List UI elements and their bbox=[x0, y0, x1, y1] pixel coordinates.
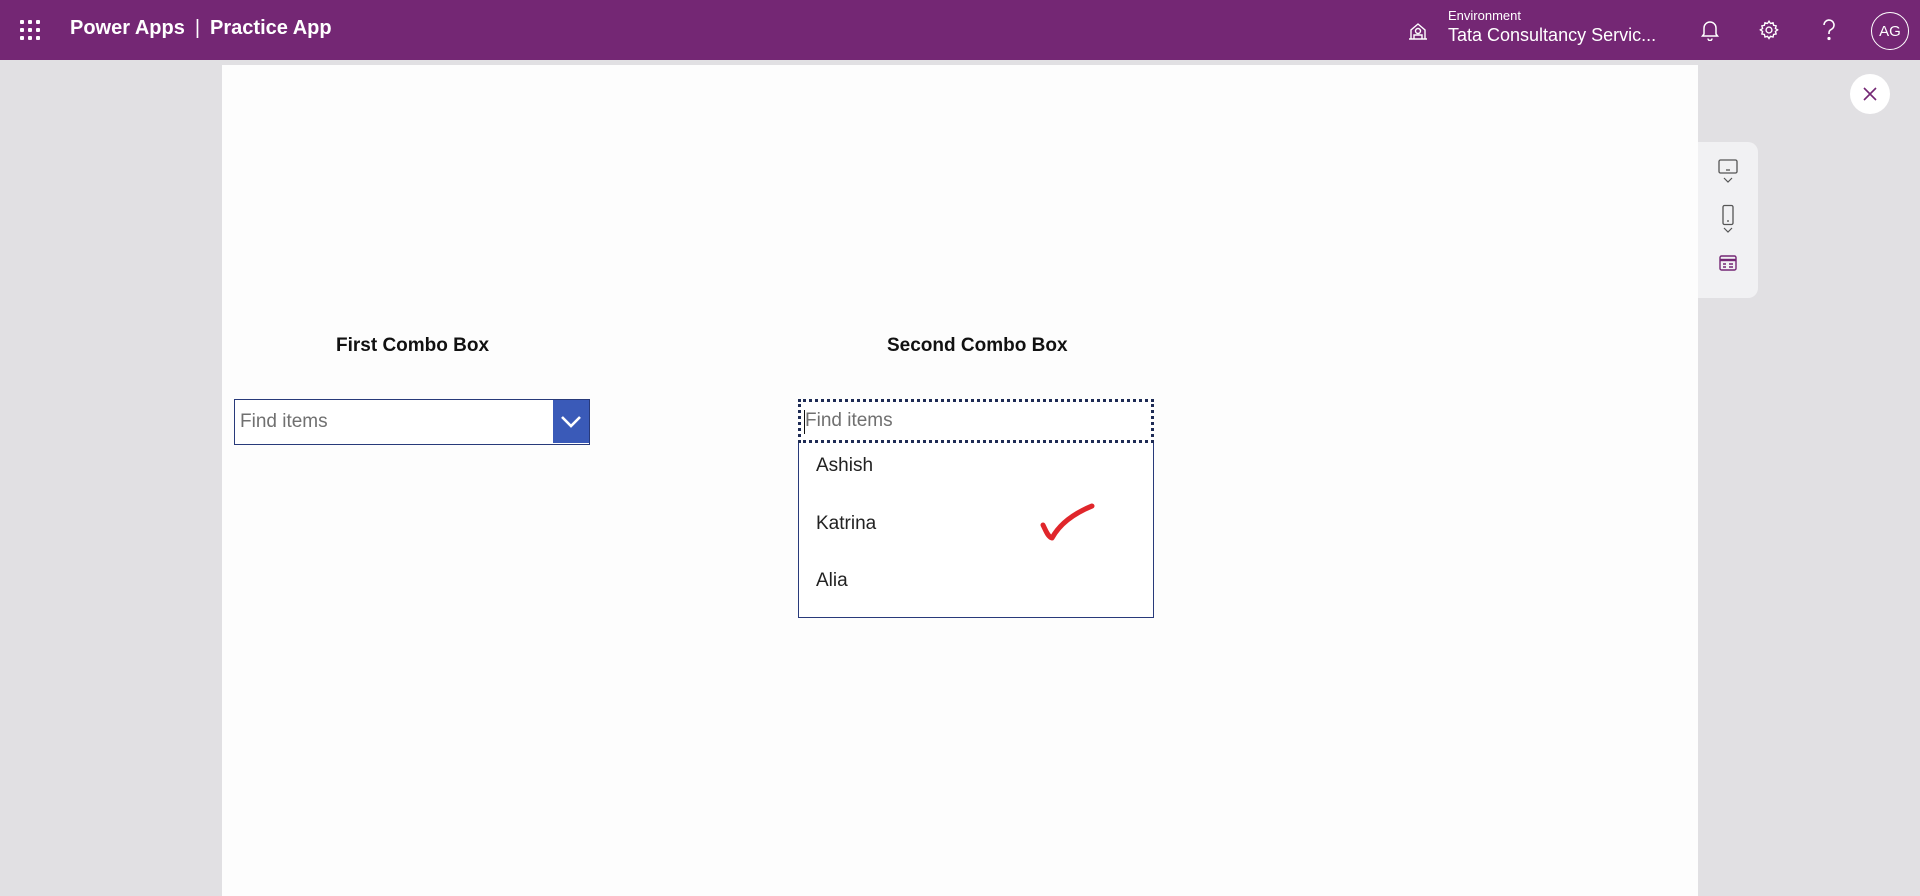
app-name: Practice App bbox=[210, 17, 332, 39]
environment-picker[interactable]: Environment Tata Consultancy Servic... bbox=[1448, 8, 1656, 46]
app-canvas: First Combo Box Second Combo Box Find it… bbox=[222, 65, 1698, 896]
notifications-button[interactable] bbox=[1694, 14, 1726, 46]
list-item[interactable]: Alia bbox=[816, 570, 848, 592]
environment-icon bbox=[1409, 23, 1427, 40]
check-mark-icon bbox=[1040, 503, 1095, 541]
top-bar: Power Apps | Practice App Environment Tata… bbox=[0, 0, 1920, 60]
close-icon bbox=[1863, 87, 1877, 101]
screen-layout-icon bbox=[1719, 255, 1737, 271]
second-combo-input[interactable]: Find items bbox=[805, 402, 893, 440]
second-combo-label: Second Combo Box bbox=[887, 335, 1068, 356]
environment-name: Tata Consultancy Servic... bbox=[1448, 25, 1657, 45]
app-launcher-icon[interactable] bbox=[18, 18, 42, 42]
tablet-view-button[interactable] bbox=[1712, 158, 1744, 184]
chevron-down-icon bbox=[561, 415, 581, 428]
chevron-down-icon bbox=[1723, 227, 1733, 233]
fit-to-window-button[interactable] bbox=[1712, 254, 1744, 272]
close-preview-button[interactable] bbox=[1850, 74, 1890, 114]
environment-label: Environment bbox=[1448, 8, 1521, 23]
app-title: Power Apps | Practice App bbox=[70, 17, 332, 40]
phone-view-button[interactable] bbox=[1712, 204, 1744, 234]
product-name: Power Apps bbox=[70, 17, 185, 39]
device-preview-rail bbox=[1698, 142, 1758, 298]
help-icon bbox=[1823, 19, 1835, 41]
chevron-down-icon bbox=[1723, 177, 1733, 183]
settings-button[interactable] bbox=[1753, 14, 1785, 46]
help-button[interactable] bbox=[1813, 14, 1845, 46]
list-item[interactable]: Ashish bbox=[816, 455, 873, 477]
second-combo-dropdown-list: Ashish Katrina Alia bbox=[798, 443, 1154, 618]
bell-icon bbox=[1701, 21, 1719, 41]
tablet-icon bbox=[1718, 159, 1738, 174]
first-combo-box[interactable]: Find items bbox=[234, 399, 590, 445]
list-item[interactable]: Katrina bbox=[816, 513, 876, 535]
second-combo-box[interactable]: Find items bbox=[798, 399, 1154, 443]
first-combo-dropdown-button[interactable] bbox=[553, 400, 589, 443]
phone-icon bbox=[1722, 204, 1734, 226]
first-combo-input[interactable]: Find items bbox=[240, 400, 328, 443]
title-separator: | bbox=[194, 17, 201, 39]
gear-icon bbox=[1759, 20, 1779, 40]
avatar[interactable]: AG bbox=[1871, 12, 1909, 50]
first-combo-label: First Combo Box bbox=[336, 335, 490, 356]
